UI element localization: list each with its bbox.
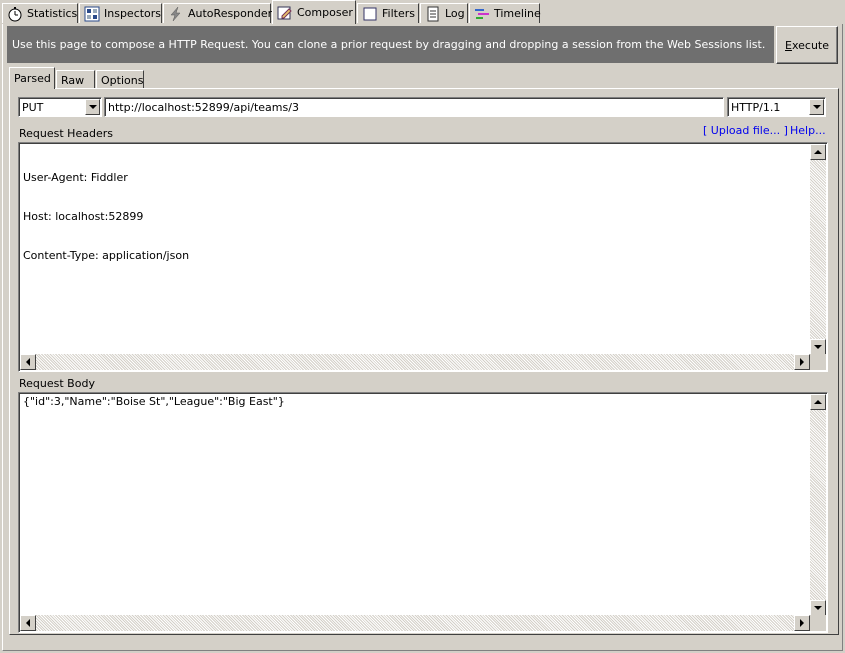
tab-label: AutoResponder [188,7,273,20]
headers-vertical-scrollbar[interactable] [810,144,826,355]
method-select[interactable]: PUT [18,97,102,117]
tab-label: Raw [61,73,85,87]
execute-label: xecute [791,38,829,52]
method-value: PUT [22,100,44,114]
header-line: Content-Type: application/json [23,249,190,262]
tab-raw[interactable]: Raw [56,70,95,89]
lightning-icon [168,6,184,22]
tab-label: Filters [382,7,415,20]
chevron-down-icon[interactable] [85,99,100,115]
composer-icon [277,5,293,21]
scroll-corner [810,354,826,370]
main-tab-strip: Statistics Inspectors AutoResponder Comp… [0,0,845,24]
tab-label: Composer [297,6,353,19]
scroll-corner [810,615,826,631]
tab-label: Parsed [14,72,51,85]
execute-mnemonic: E [785,38,792,52]
log-icon [425,6,441,22]
url-input[interactable]: http://localhost:52899/api/teams/3 [104,97,724,117]
scroll-up-button[interactable] [810,144,826,160]
request-body-content: {"id":3,"Name":"Boise St","League":"Big … [23,395,285,408]
tab-log[interactable]: Log [420,3,468,23]
header-line: User-Agent: Fiddler [23,171,128,184]
tab-inspectors[interactable]: Inspectors [79,3,162,23]
body-vertical-scrollbar[interactable] [810,394,826,616]
header-line: Host: localhost:52899 [23,210,144,223]
request-body-textarea[interactable]: {"id":3,"Name":"Boise St","League":"Big … [18,392,828,633]
chevron-down-icon[interactable] [809,99,824,115]
body-horizontal-scrollbar[interactable] [20,615,810,631]
request-headers-content: User-Agent: Fiddler Host: localhost:5289… [23,145,189,288]
info-banner: Use this page to compose a HTTP Request.… [7,26,774,63]
http-version-value: HTTP/1.1 [731,100,781,114]
scroll-right-button[interactable] [794,354,810,370]
inspectors-icon [84,6,100,22]
help-link[interactable]: Help... [790,124,826,137]
checkbox-icon [362,6,378,22]
info-text: Use this page to compose a HTTP Request.… [12,38,766,51]
timeline-icon [474,6,490,22]
tab-label: Options [101,73,144,87]
tab-options[interactable]: Options [96,70,144,89]
tab-label: Inspectors [104,7,162,20]
http-version-select[interactable]: HTTP/1.1 [727,97,826,117]
tab-composer[interactable]: Composer [272,0,356,24]
request-headers-textarea[interactable]: User-Agent: Fiddler Host: localhost:5289… [18,142,828,372]
tab-timeline[interactable]: Timeline [469,3,541,23]
stopwatch-icon [7,6,23,22]
tab-parsed[interactable]: Parsed [9,67,55,89]
tab-label: Timeline [494,7,541,20]
scroll-down-button[interactable] [810,600,826,616]
url-value: http://localhost:52899/api/teams/3 [108,100,299,114]
tab-statistics[interactable]: Statistics [2,3,78,23]
execute-button[interactable]: Execute [776,26,838,64]
scroll-left-button[interactable] [20,354,36,370]
tab-label: Statistics [27,7,78,20]
scroll-left-button[interactable] [20,615,36,631]
scroll-up-button[interactable] [810,394,826,410]
request-body-label: Request Body [19,377,95,390]
request-headers-label: Request Headers [19,127,113,140]
tab-label: Log [445,7,465,20]
tab-filters[interactable]: Filters [357,3,419,23]
headers-horizontal-scrollbar[interactable] [20,354,810,370]
tab-autoresponder[interactable]: AutoResponder [163,3,273,23]
scroll-down-button[interactable] [810,339,826,355]
upload-file-link[interactable]: [ Upload file... ] [703,124,788,137]
scroll-right-button[interactable] [794,615,810,631]
